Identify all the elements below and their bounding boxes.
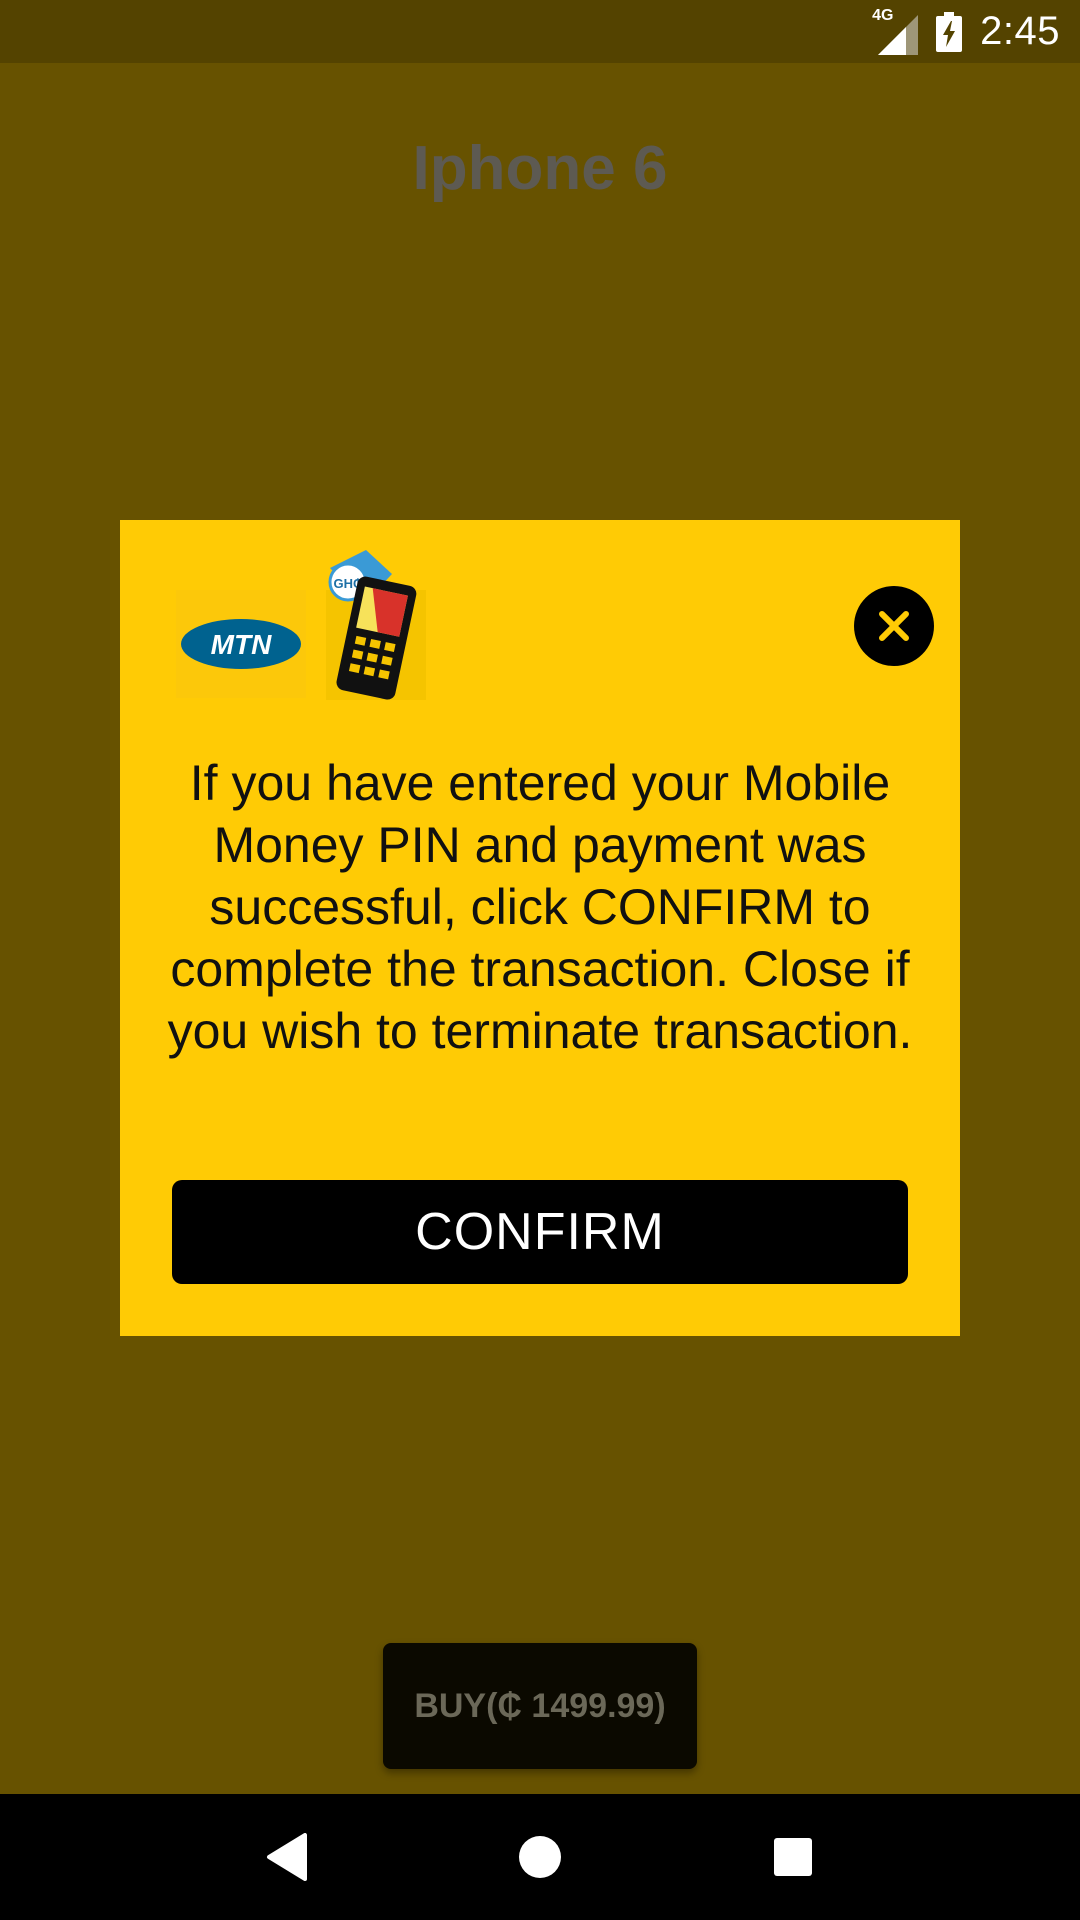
status-bar: 4G 2:45 <box>0 0 1080 63</box>
dialog-message: If you have entered your Mobile Money PI… <box>167 755 913 1059</box>
mobile-money-phone-icon: GH₵ <box>306 550 432 700</box>
status-icons: 4G <box>872 7 963 55</box>
home-icon <box>518 1836 561 1878</box>
back-icon <box>266 1833 307 1881</box>
close-icon <box>879 611 909 641</box>
recents-icon <box>774 1838 813 1876</box>
home-button[interactable] <box>500 1817 580 1897</box>
battery-charging-icon <box>936 11 963 52</box>
mtn-logo-text: MTN <box>211 629 272 660</box>
mtn-logo: MTN <box>176 590 306 698</box>
recents-button[interactable] <box>753 1817 833 1897</box>
close-button[interactable] <box>854 586 934 666</box>
product-title: Iphone 6 <box>412 134 668 203</box>
confirm-button[interactable]: CONFIRM <box>172 1180 908 1284</box>
payment-confirm-dialog: MTN GH₵ If you have entered your Mobile … <box>120 520 960 1336</box>
back-button[interactable] <box>247 1817 327 1897</box>
system-nav-bar <box>0 1794 1080 1920</box>
buy-button[interactable]: BUY(₵ 1499.99) <box>383 1643 697 1769</box>
signal-icon: 4G <box>872 7 919 55</box>
status-clock: 2:45 <box>980 9 1060 53</box>
mtn-mobile-money-logo: MTN GH₵ <box>176 550 552 700</box>
